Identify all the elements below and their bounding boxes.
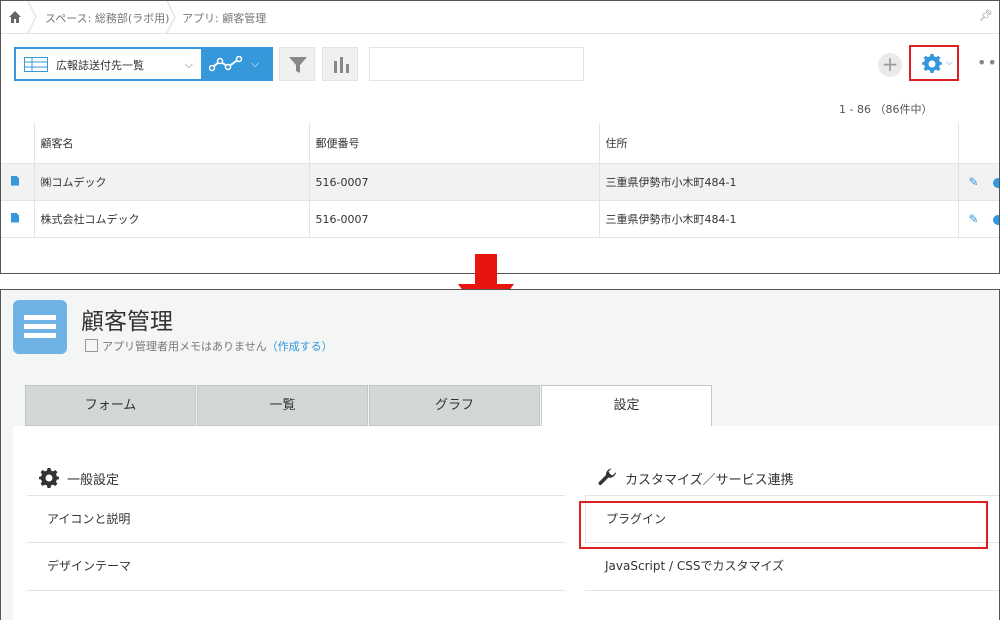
table-header-cell[interactable]: 顧客名 [34,123,310,164]
edit-icon[interactable]: ✎ [969,175,979,189]
record-detail-icon[interactable] [11,212,19,223]
filter-icon [289,57,307,73]
record-list-panel: スペース: 総務部(ラボ用) アプリ: 顧客管理 📌︎ 広報誌送付先一覧 ⌵ ⌵ [0,0,1000,274]
pagination-count: 1 - 86 （86件中） [839,103,933,116]
comment-icon[interactable] [992,215,998,225]
edit-icon[interactable]: ✎ [969,212,979,226]
table-cell: 三重県伊勢市小木町484-1 [599,200,959,238]
create-memo-link[interactable]: （作成する） [267,340,333,353]
table-header-actions [958,123,999,164]
plugin-highlight-box [579,501,988,549]
gear-icon [922,54,942,73]
chevron-down-icon: ⌵ [251,57,260,70]
view-select[interactable]: 広報誌送付先一覧 ⌵ [14,47,203,81]
tab-form[interactable]: フォーム [25,385,196,426]
table-header-cell[interactable]: 住所 [599,123,959,164]
table-cell: 株式会社コムデック [34,200,310,238]
app-memo-text: アプリ管理者用メモはありません [102,340,267,353]
table-view-icon [24,57,48,72]
app-memo: アプリ管理者用メモはありません（作成する） [85,338,333,354]
wrench-icon [598,468,616,486]
customize-heading: カスタマイズ／サービス連携 [597,468,794,488]
table-cell: 三重県伊勢市小木町484-1 [599,163,959,201]
breadcrumb-separator-icon [166,1,176,33]
chevron-down-icon: ⌵ [946,58,953,68]
filter-button[interactable] [279,47,315,81]
memo-icon [85,339,98,352]
app-settings-panel: 顧客管理 アプリ管理者用メモはありません（作成する） フォーム 一覧 グラフ 設… [0,289,1000,620]
record-table: 顧客名 郵便番号 住所 ㈱コムデック 516-0007 三重県伊勢市小木町484… [1,123,999,238]
menu-item-icon-description[interactable]: アイコンと説明 [27,495,565,543]
tab-graph[interactable]: グラフ [369,385,540,426]
tab-list[interactable]: 一覧 [197,385,368,426]
app-title: 顧客管理 [81,309,173,335]
table-header-detail [1,123,35,164]
breadcrumb-space[interactable]: スペース: 総務部(ラボ用) [45,10,169,26]
breadcrumb: スペース: 総務部(ラボ用) アプリ: 顧客管理 📌︎ [1,1,999,34]
table-header-cell[interactable]: 郵便番号 [309,123,600,164]
graph-select-button[interactable]: ⌵ [203,47,273,81]
general-settings-heading: 一般設定 [39,468,119,488]
menu-item-design-theme[interactable]: デザインテーマ [27,543,565,591]
view-select-label: 広報誌送付先一覧 [56,59,144,72]
table-row[interactable]: 株式会社コムデック 516-0007 三重県伊勢市小木町484-1 ✎ [1,200,999,238]
line-graph-icon [209,56,243,72]
breadcrumb-app[interactable]: アプリ: 顧客管理 [182,10,266,26]
table-cell: 516-0007 [309,200,600,238]
table-row[interactable]: ㈱コムデック 516-0007 三重県伊勢市小木町484-1 ✎ [1,163,999,201]
general-settings-title: 一般設定 [67,473,120,488]
record-detail-icon[interactable] [11,175,19,186]
comment-icon[interactable] [992,178,998,188]
breadcrumb-separator-icon [27,1,37,33]
breadcrumb-space-label: スペース: 総務部(ラボ用) [45,12,170,25]
table-cell: ㈱コムデック [34,163,310,201]
add-record-button[interactable]: + [878,53,902,77]
app-icon [13,300,67,354]
table-cell: 516-0007 [309,163,600,201]
home-icon[interactable] [7,9,23,25]
bar-chart-icon [334,57,349,73]
customize-title: カスタマイズ／サービス連携 [625,473,794,488]
app-settings-button[interactable]: ⌵ [909,45,959,81]
gear-icon [39,468,59,488]
aggregate-button[interactable] [322,47,358,81]
pin-icon[interactable]: 📌︎ [979,9,993,22]
tab-settings[interactable]: 設定 [541,385,712,427]
search-input[interactable] [369,47,584,81]
menu-item-js-css-customize[interactable]: JavaScript / CSSでカスタマイズ [585,543,999,591]
more-options-icon[interactable]: ••• [977,53,999,72]
chevron-down-icon: ⌵ [184,58,193,71]
table-header-row: 顧客名 郵便番号 住所 [1,123,999,164]
